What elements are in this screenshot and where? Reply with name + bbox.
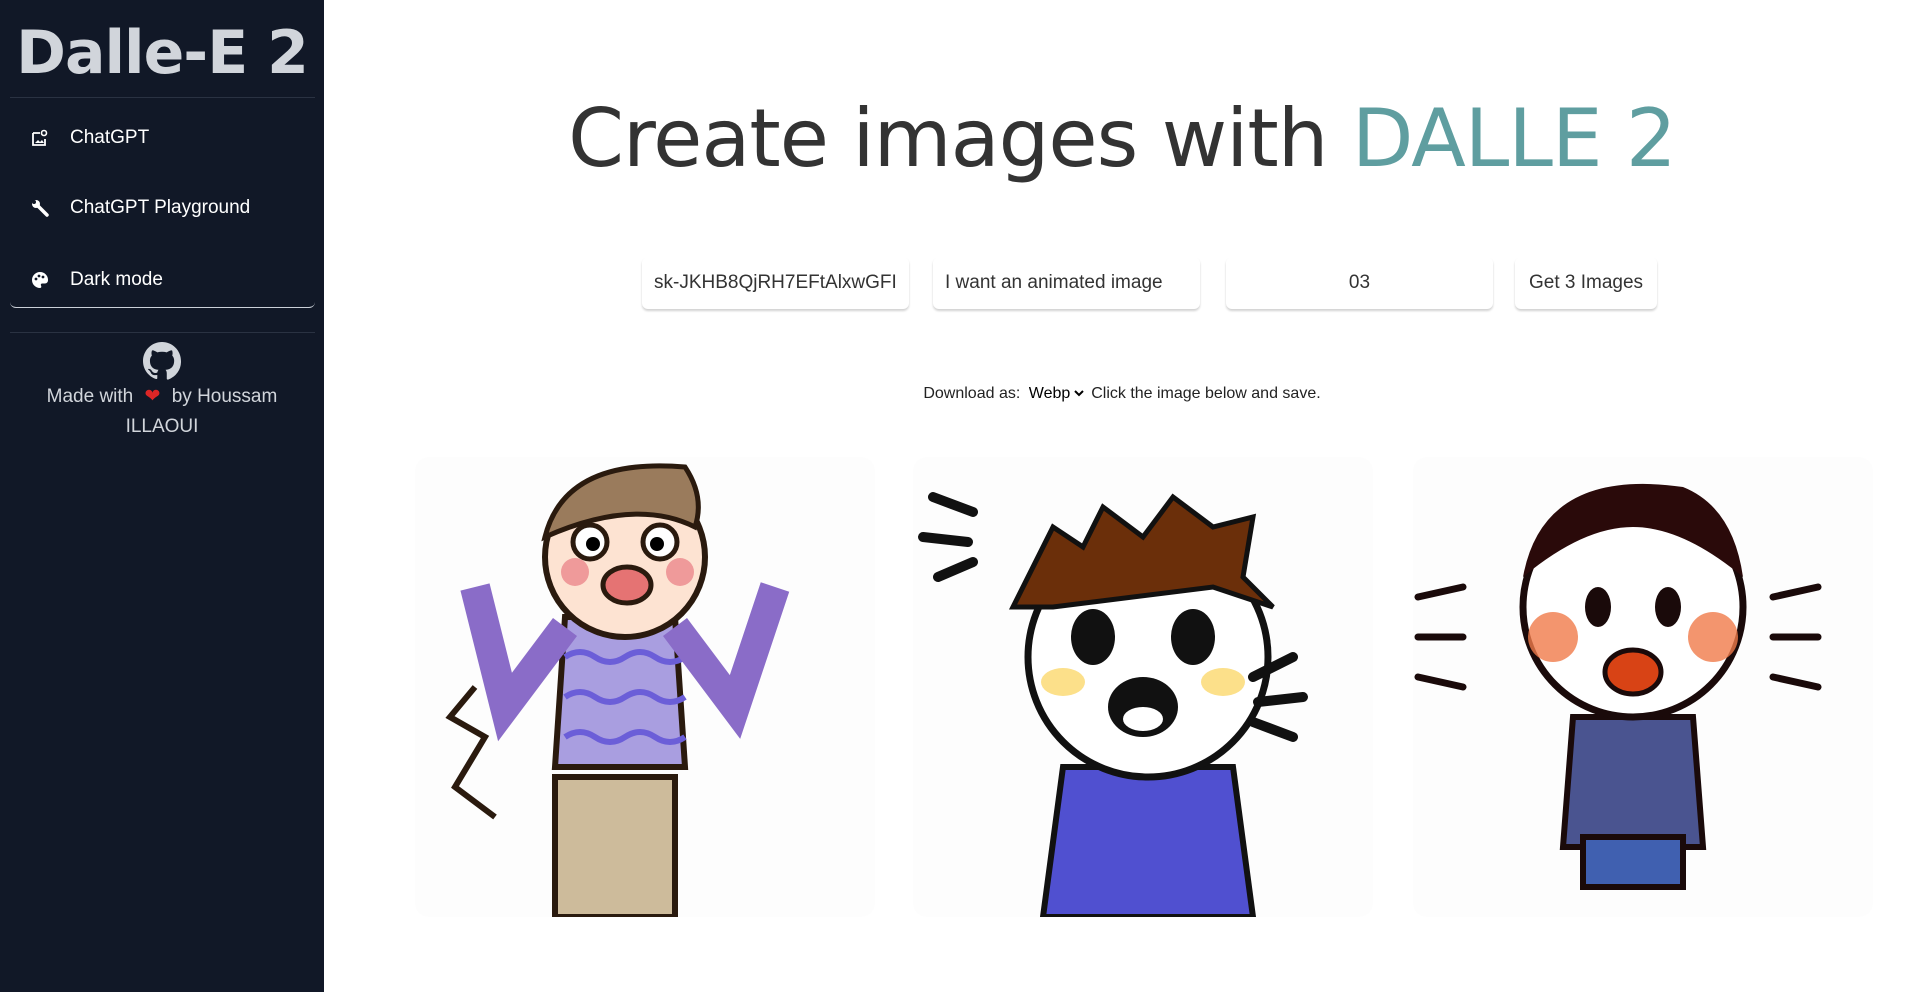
divider xyxy=(10,332,315,333)
download-bar: Download as: Webp Click the image below … xyxy=(324,384,1920,403)
brand-title: Dalle-E 2 xyxy=(16,18,309,88)
heart-icon: ❤ xyxy=(144,386,161,407)
download-format-select[interactable]: Webp xyxy=(1024,384,1087,403)
main-content: Create images with DALLE 2 Get 3 Images … xyxy=(324,0,1920,992)
wrench-icon xyxy=(26,199,54,217)
prompt-input[interactable] xyxy=(933,257,1200,309)
sidebar-item-label: ChatGPT Playground xyxy=(70,197,251,218)
title-text: Create images with xyxy=(568,92,1328,185)
sidebar-item-chatgpt[interactable]: ChatGPT xyxy=(10,113,315,163)
sidebar-item-label: ChatGPT xyxy=(70,127,150,148)
generated-image-1[interactable] xyxy=(415,457,875,917)
image-count-input[interactable] xyxy=(1226,257,1493,309)
download-hint: Click the image below and save. xyxy=(1091,385,1321,402)
sidebar: Dalle-E 2 ChatGPT ChatGPT Playground Dar… xyxy=(0,0,324,992)
get-images-button[interactable]: Get 3 Images xyxy=(1515,257,1657,309)
footer: Made with ❤ by Houssam ILLAOUI xyxy=(0,342,324,442)
generated-image-3[interactable] xyxy=(1413,457,1873,917)
sidebar-item-chatgpt-playground[interactable]: ChatGPT Playground xyxy=(10,183,315,233)
sidebar-item-dark-mode[interactable]: Dark mode xyxy=(10,253,315,308)
made-with-text: Made with xyxy=(46,386,134,407)
sidebar-item-label: Dark mode xyxy=(70,269,163,290)
generated-image-2[interactable] xyxy=(913,457,1373,917)
api-key-input[interactable] xyxy=(642,257,909,309)
title-accent: DALLE 2 xyxy=(1351,92,1677,185)
palette-icon xyxy=(26,271,54,289)
page-title: Create images with DALLE 2 xyxy=(324,92,1920,185)
download-label: Download as: xyxy=(923,385,1021,402)
github-icon[interactable] xyxy=(0,342,324,382)
image-search-icon xyxy=(26,129,54,147)
divider xyxy=(10,97,315,98)
